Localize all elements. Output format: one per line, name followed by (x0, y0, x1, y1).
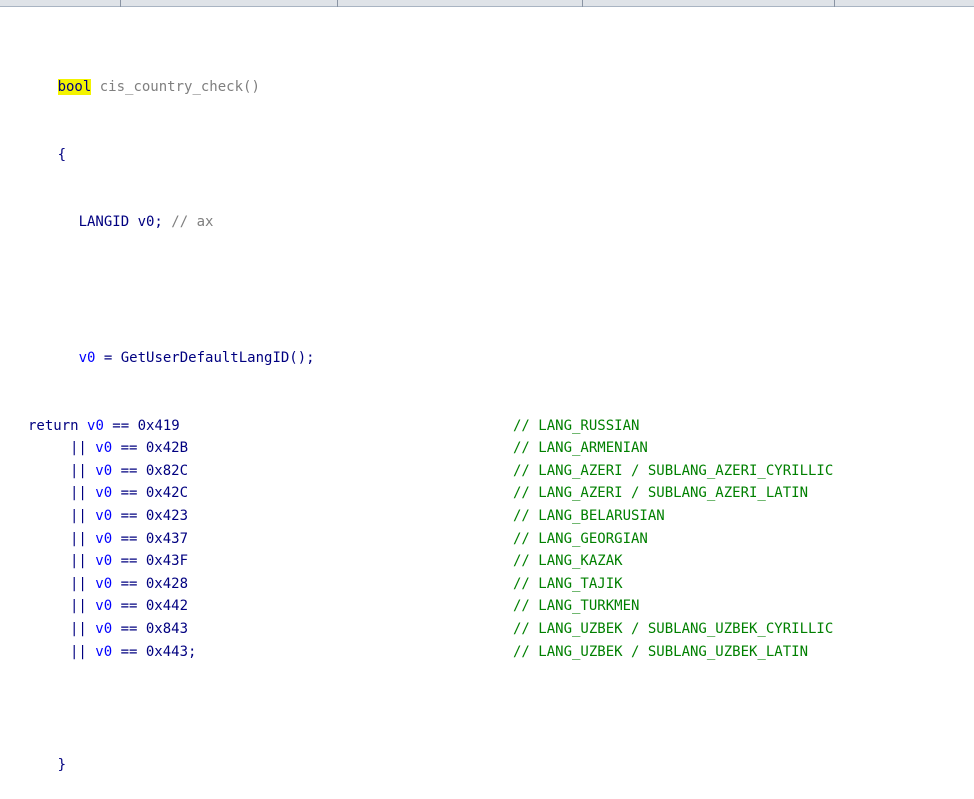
or-operator: || (70, 621, 87, 638)
lang-id-value[interactable]: 0x82C (146, 463, 188, 479)
lang-id-value[interactable]: 0x843 (146, 621, 188, 637)
close-brace: } (57, 756, 67, 773)
function-signature-line[interactable]: bool cis_country_check() (7, 53, 974, 95)
equality-operator: == (112, 621, 146, 638)
condition-expression[interactable]: || v0 == 0x442 (7, 595, 188, 618)
lang-id-value[interactable]: 0x42B (146, 440, 188, 456)
condition-expression[interactable]: return v0 == 0x419 (7, 415, 180, 438)
lang-variable[interactable]: v0 (95, 621, 112, 637)
close-brace-line[interactable]: } (7, 731, 974, 773)
lang-id-value[interactable]: 0x442 (146, 598, 188, 614)
tab-separator (582, 0, 583, 7)
condition-line[interactable]: || v0 == 0x443; // LANG_UZBEK / SUBLANG_U… (7, 641, 974, 664)
condition-line[interactable]: || v0 == 0x442 // LANG_TURKMEN (7, 595, 974, 618)
lang-variable[interactable]: v0 (95, 440, 112, 456)
or-operator: || (70, 462, 87, 479)
lang-variable[interactable]: v0 (87, 418, 104, 434)
tab-strip[interactable] (0, 0, 974, 7)
condition-line[interactable]: || v0 == 0x42B // LANG_ARMENIAN (7, 437, 974, 460)
or-operator: || (70, 508, 87, 525)
language-comment: // LANG_TURKMEN (513, 598, 640, 615)
lang-id-value[interactable]: 0x428 (146, 576, 188, 592)
equality-operator: == (112, 508, 146, 525)
lang-id-value[interactable]: 0x443; (146, 644, 197, 660)
declaration-line[interactable]: LANGID v0; // ax (7, 189, 974, 230)
condition-line[interactable]: || v0 == 0x423 // LANG_BELARUSIAN (7, 505, 974, 528)
condition-expression[interactable]: || v0 == 0x423 (7, 505, 188, 528)
lang-id-value[interactable]: 0x423 (146, 508, 188, 524)
or-operator: || (70, 553, 87, 570)
language-comment: // LANG_UZBEK / SUBLANG_UZBEK_LATIN (513, 643, 809, 660)
language-comment: // LANG_AZERI / SUBLANG_AZERI_CYRILLIC (513, 462, 834, 479)
tab-separator (120, 0, 121, 7)
lang-variable[interactable]: v0 (95, 598, 112, 614)
condition-line[interactable]: return v0 == 0x419 // LANG_RUSSIAN (7, 415, 974, 438)
condition-expression[interactable]: || v0 == 0x82C (7, 460, 188, 483)
lang-variable[interactable]: v0 (95, 463, 112, 479)
equality-operator: == (112, 462, 146, 479)
register-comment: // ax (162, 214, 214, 231)
pseudocode-window: bool cis_country_check() { LANGID v0; //… (0, 0, 974, 773)
lang-variable[interactable]: v0 (95, 485, 112, 501)
or-operator: || (70, 440, 87, 457)
equality-operator: == (112, 643, 146, 660)
tab-separator (337, 0, 338, 7)
or-operator: || (70, 598, 87, 615)
lang-variable[interactable]: v0 (95, 553, 112, 569)
condition-expression[interactable]: || v0 == 0x443; (7, 641, 196, 664)
language-comment: // LANG_RUSSIAN (513, 417, 640, 434)
lang-id-value[interactable]: 0x42C (146, 485, 188, 501)
lang-id-value[interactable]: 0x437 (146, 531, 188, 547)
variable-declaration[interactable]: LANGID v0; (79, 214, 163, 230)
condition-list: return v0 == 0x419 // LANG_RUSSIAN || v0 =… (7, 415, 974, 664)
return-type-keyword[interactable]: bool (57, 78, 92, 95)
language-comment: // LANG_TAJIK (513, 575, 623, 592)
lang-variable[interactable]: v0 (95, 531, 112, 547)
equality-operator: == (112, 440, 146, 457)
condition-line[interactable]: || v0 == 0x428 // LANG_TAJIK (7, 573, 974, 596)
condition-line[interactable]: || v0 == 0x43F // LANG_KAZAK (7, 550, 974, 573)
condition-expression[interactable]: || v0 == 0x843 (7, 618, 188, 641)
equality-operator: == (103, 417, 138, 434)
code-view[interactable]: bool cis_country_check() { LANGID v0; //… (7, 8, 974, 773)
equality-operator: == (112, 485, 146, 502)
condition-line[interactable]: || v0 == 0x82C // LANG_AZERI / SUBLANG_AZ… (7, 460, 974, 483)
api-call[interactable]: = GetUserDefaultLangID(); (95, 350, 315, 366)
equality-operator: == (112, 530, 146, 547)
return-keyword: return (28, 417, 88, 434)
condition-line[interactable]: || v0 == 0x843 // LANG_UZBEK / SUBLANG_UZ… (7, 618, 974, 641)
equality-operator: == (112, 598, 146, 615)
assigned-variable[interactable]: v0 (79, 350, 96, 366)
lang-variable[interactable]: v0 (95, 576, 112, 592)
language-comment: // LANG_GEORGIAN (513, 530, 648, 547)
condition-expression[interactable]: || v0 == 0x42B (7, 437, 188, 460)
lang-variable[interactable]: v0 (95, 508, 112, 524)
tab-separator (834, 0, 835, 7)
language-comment: // LANG_BELARUSIAN (513, 508, 665, 525)
function-name[interactable]: cis_country_check() (91, 79, 260, 95)
condition-line[interactable]: || v0 == 0x437 // LANG_GEORGIAN (7, 528, 974, 551)
language-comment: // LANG_ARMENIAN (513, 440, 648, 457)
open-brace-line[interactable]: { (7, 121, 974, 163)
language-comment: // LANG_AZERI / SUBLANG_AZERI_LATIN (513, 485, 809, 502)
language-comment: // LANG_KAZAK (513, 553, 623, 570)
or-operator: || (70, 530, 87, 547)
condition-line[interactable]: || v0 == 0x42C // LANG_AZERI / SUBLANG_AZ… (7, 482, 974, 505)
equality-operator: == (112, 553, 146, 570)
language-comment: // LANG_UZBEK / SUBLANG_UZBEK_CYRILLIC (513, 621, 834, 638)
assignment-line[interactable]: v0 = GetUserDefaultLangID(); (7, 324, 974, 366)
lang-variable[interactable]: v0 (95, 644, 112, 660)
condition-expression[interactable]: || v0 == 0x43F (7, 550, 188, 573)
equality-operator: == (112, 575, 146, 592)
or-operator: || (70, 485, 87, 502)
open-brace: { (57, 146, 67, 163)
condition-expression[interactable]: || v0 == 0x428 (7, 573, 188, 596)
lang-id-value[interactable]: 0x43F (146, 553, 188, 569)
condition-expression[interactable]: || v0 == 0x42C (7, 482, 188, 505)
or-operator: || (70, 643, 87, 660)
condition-expression[interactable]: || v0 == 0x437 (7, 528, 188, 551)
or-operator: || (70, 575, 87, 592)
lang-id-value[interactable]: 0x419 (138, 418, 180, 434)
